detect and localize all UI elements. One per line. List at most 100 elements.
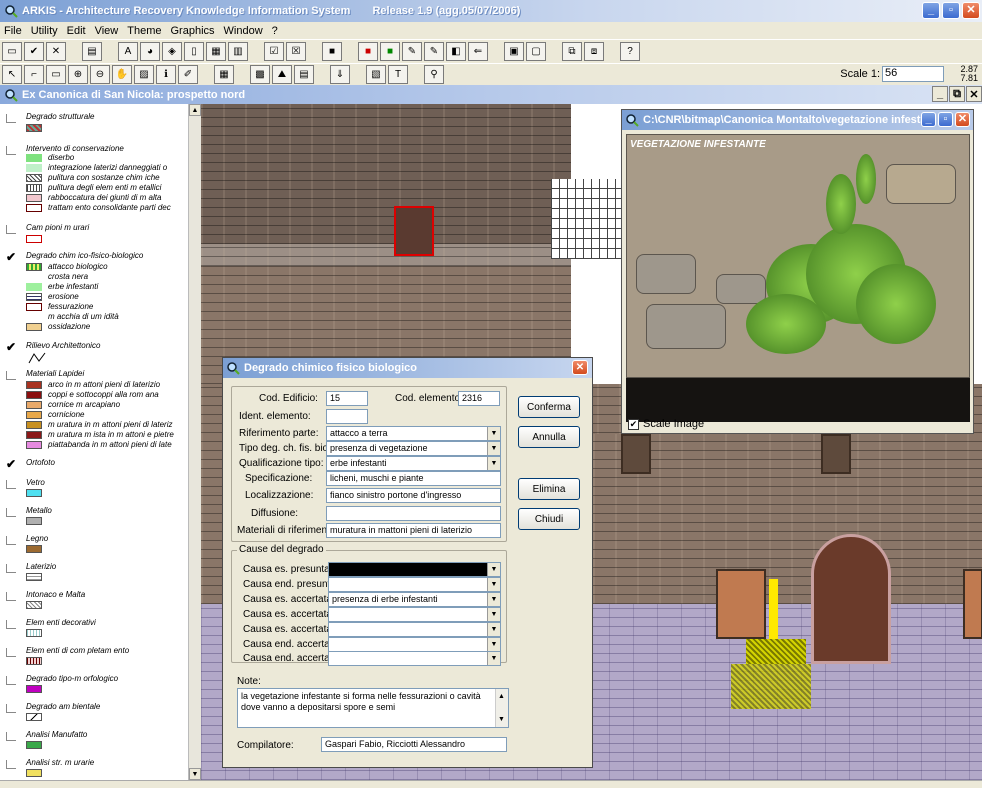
doc-restore-button[interactable]: ⧉: [949, 86, 965, 102]
menu-window[interactable]: Window: [224, 25, 263, 37]
causa-es-accertata-select[interactable]: presenza di erbe infestanti ▼: [328, 592, 501, 607]
menu-theme[interactable]: Theme: [127, 25, 161, 37]
checkmark-icon[interactable]: ✔: [6, 457, 16, 471]
crop-icon[interactable]: ⌐: [24, 65, 44, 84]
table-icon[interactable]: ▥: [228, 42, 248, 61]
maximize-button[interactable]: ▫: [942, 2, 960, 19]
map-tool-icon[interactable]: ◧: [446, 42, 466, 61]
close-button[interactable]: ✕: [962, 2, 980, 19]
highlighted-window-frame[interactable]: [394, 206, 434, 256]
cod-elemento-field[interactable]: 2316: [458, 391, 500, 406]
group-checkbox[interactable]: [6, 676, 16, 685]
menu-edit[interactable]: Edit: [67, 25, 86, 37]
scale-image-checkbox[interactable]: ✔: [628, 418, 639, 430]
green-tool-icon[interactable]: ■: [380, 42, 400, 61]
causa-es-presunta-select[interactable]: ▼: [328, 562, 501, 577]
group-checkbox[interactable]: [6, 508, 16, 517]
check-save-icon[interactable]: ✔: [24, 42, 44, 61]
specificazione-field[interactable]: licheni, muschi e piante: [326, 471, 501, 486]
note-textarea[interactable]: la vegetazione infestante si forma nelle…: [237, 688, 509, 728]
dropdown-arrow-icon[interactable]: ▼: [487, 608, 500, 621]
red-tool-icon[interactable]: ■: [358, 42, 378, 61]
diffusione-field[interactable]: [326, 506, 501, 521]
dropdown-arrow-icon[interactable]: ▼: [487, 457, 500, 470]
tipo-deg-select[interactable]: presenza di vegetazione ▼: [326, 441, 501, 456]
palette-icon[interactable]: ◕: [140, 42, 160, 61]
scroll-down-icon[interactable]: ▼: [189, 768, 201, 780]
layers-icon[interactable]: ◈: [162, 42, 182, 61]
causa-end-accertata-select[interactable]: ▼: [328, 637, 501, 652]
viewer-minimize-button[interactable]: _: [921, 112, 936, 127]
group-checkbox[interactable]: [6, 760, 16, 769]
dropdown-arrow-icon[interactable]: ▼: [487, 578, 500, 591]
group-checkbox[interactable]: [6, 704, 16, 713]
copy-icon[interactable]: ⧉: [562, 42, 582, 61]
delete-icon[interactable]: ✕: [46, 42, 66, 61]
edit-tool-icon[interactable]: ✎: [402, 42, 422, 61]
pen-icon[interactable]: ✐: [178, 65, 198, 84]
edit-tool-2-icon[interactable]: ✎: [424, 42, 444, 61]
group-checkbox[interactable]: [6, 371, 16, 380]
stop-icon[interactable]: ■: [322, 42, 342, 61]
scroll-down-icon[interactable]: ▼: [498, 714, 505, 725]
scale-image-option[interactable]: ✔ Scale Image: [628, 418, 704, 430]
localizzazione-field[interactable]: fianco sinistro portone d'ingresso: [326, 488, 501, 503]
causa-es-accertata-2-select[interactable]: ▼: [328, 607, 501, 622]
dropdown-arrow-icon[interactable]: ▼: [487, 638, 500, 651]
paste-icon[interactable]: ⧈: [584, 42, 604, 61]
grid-icon[interactable]: ▦: [214, 65, 234, 84]
causa-es-accertata-3-select[interactable]: ▼: [328, 622, 501, 637]
group-checkbox[interactable]: [6, 536, 16, 545]
dropdown-arrow-icon[interactable]: ▼: [487, 652, 500, 665]
menu-view[interactable]: View: [95, 25, 119, 37]
group-checkbox[interactable]: [6, 648, 16, 657]
picture-icon[interactable]: ▩: [250, 65, 270, 84]
conferma-button[interactable]: Conferma: [518, 396, 580, 418]
viewer-close-button[interactable]: ✕: [955, 112, 970, 127]
vegetation-hatch-base[interactable]: [731, 664, 811, 709]
doc-close-button[interactable]: ✕: [966, 86, 982, 102]
materiali-field[interactable]: muratura in mattoni pieni di laterizio: [326, 523, 501, 538]
group-checkbox[interactable]: [6, 225, 16, 234]
dropdown-arrow-icon[interactable]: ▼: [487, 563, 500, 576]
annulla-button[interactable]: Annulla: [518, 426, 580, 448]
checkmark-icon[interactable]: ✔: [6, 250, 16, 264]
minimize-button[interactable]: _: [922, 2, 940, 19]
riferimento-parte-select[interactable]: attacco a terra ▼: [326, 426, 501, 441]
window-icon[interactable]: ▣: [504, 42, 524, 61]
causa-end-presunta-select[interactable]: ▼: [328, 577, 501, 592]
group-checkbox[interactable]: [6, 480, 16, 489]
document-icon[interactable]: ▤: [82, 42, 102, 61]
image-view-icon[interactable]: ▧: [366, 65, 386, 84]
elimina-button[interactable]: Elimina: [518, 478, 580, 500]
frame-icon[interactable]: ▢: [526, 42, 546, 61]
image-icon[interactable]: ▨: [134, 65, 154, 84]
group-checkbox[interactable]: [6, 146, 16, 155]
group-checkbox[interactable]: [6, 114, 16, 123]
pin-icon[interactable]: ⚲: [424, 65, 444, 84]
group-checkbox[interactable]: [6, 592, 16, 601]
group-checkbox[interactable]: [6, 732, 16, 741]
scroll-up-icon[interactable]: ▲: [189, 104, 201, 116]
qualificazione-select[interactable]: erbe infestanti ▼: [326, 456, 501, 471]
doc-minimize-button[interactable]: _: [932, 86, 948, 102]
page-icon[interactable]: ▯: [184, 42, 204, 61]
save-icon[interactable]: ▭: [2, 42, 22, 61]
menu-utility[interactable]: Utility: [31, 25, 58, 37]
download-icon[interactable]: ⇓: [330, 65, 350, 84]
back-icon[interactable]: ⇐: [468, 42, 488, 61]
causa-end-accertata-2-select[interactable]: ▼: [328, 651, 501, 666]
menu-help[interactable]: ?: [272, 25, 278, 37]
check-box-icon[interactable]: ☑: [264, 42, 284, 61]
dialog-close-button[interactable]: ✕: [572, 360, 588, 375]
rectangle-select-icon[interactable]: ▭: [46, 65, 66, 84]
vegetation-hatch-area[interactable]: [746, 639, 806, 664]
dropdown-arrow-icon[interactable]: ▼: [487, 427, 500, 440]
panel-icon[interactable]: ▤: [294, 65, 314, 84]
viewer-maximize-button[interactable]: ▫: [938, 112, 953, 127]
mountain-icon[interactable]: ⛰: [272, 65, 292, 84]
ident-elemento-field[interactable]: [326, 409, 368, 424]
help-pointer-icon[interactable]: ?: [620, 42, 640, 61]
checkmark-icon[interactable]: ✔: [6, 340, 16, 354]
info-icon[interactable]: ℹ: [156, 65, 176, 84]
